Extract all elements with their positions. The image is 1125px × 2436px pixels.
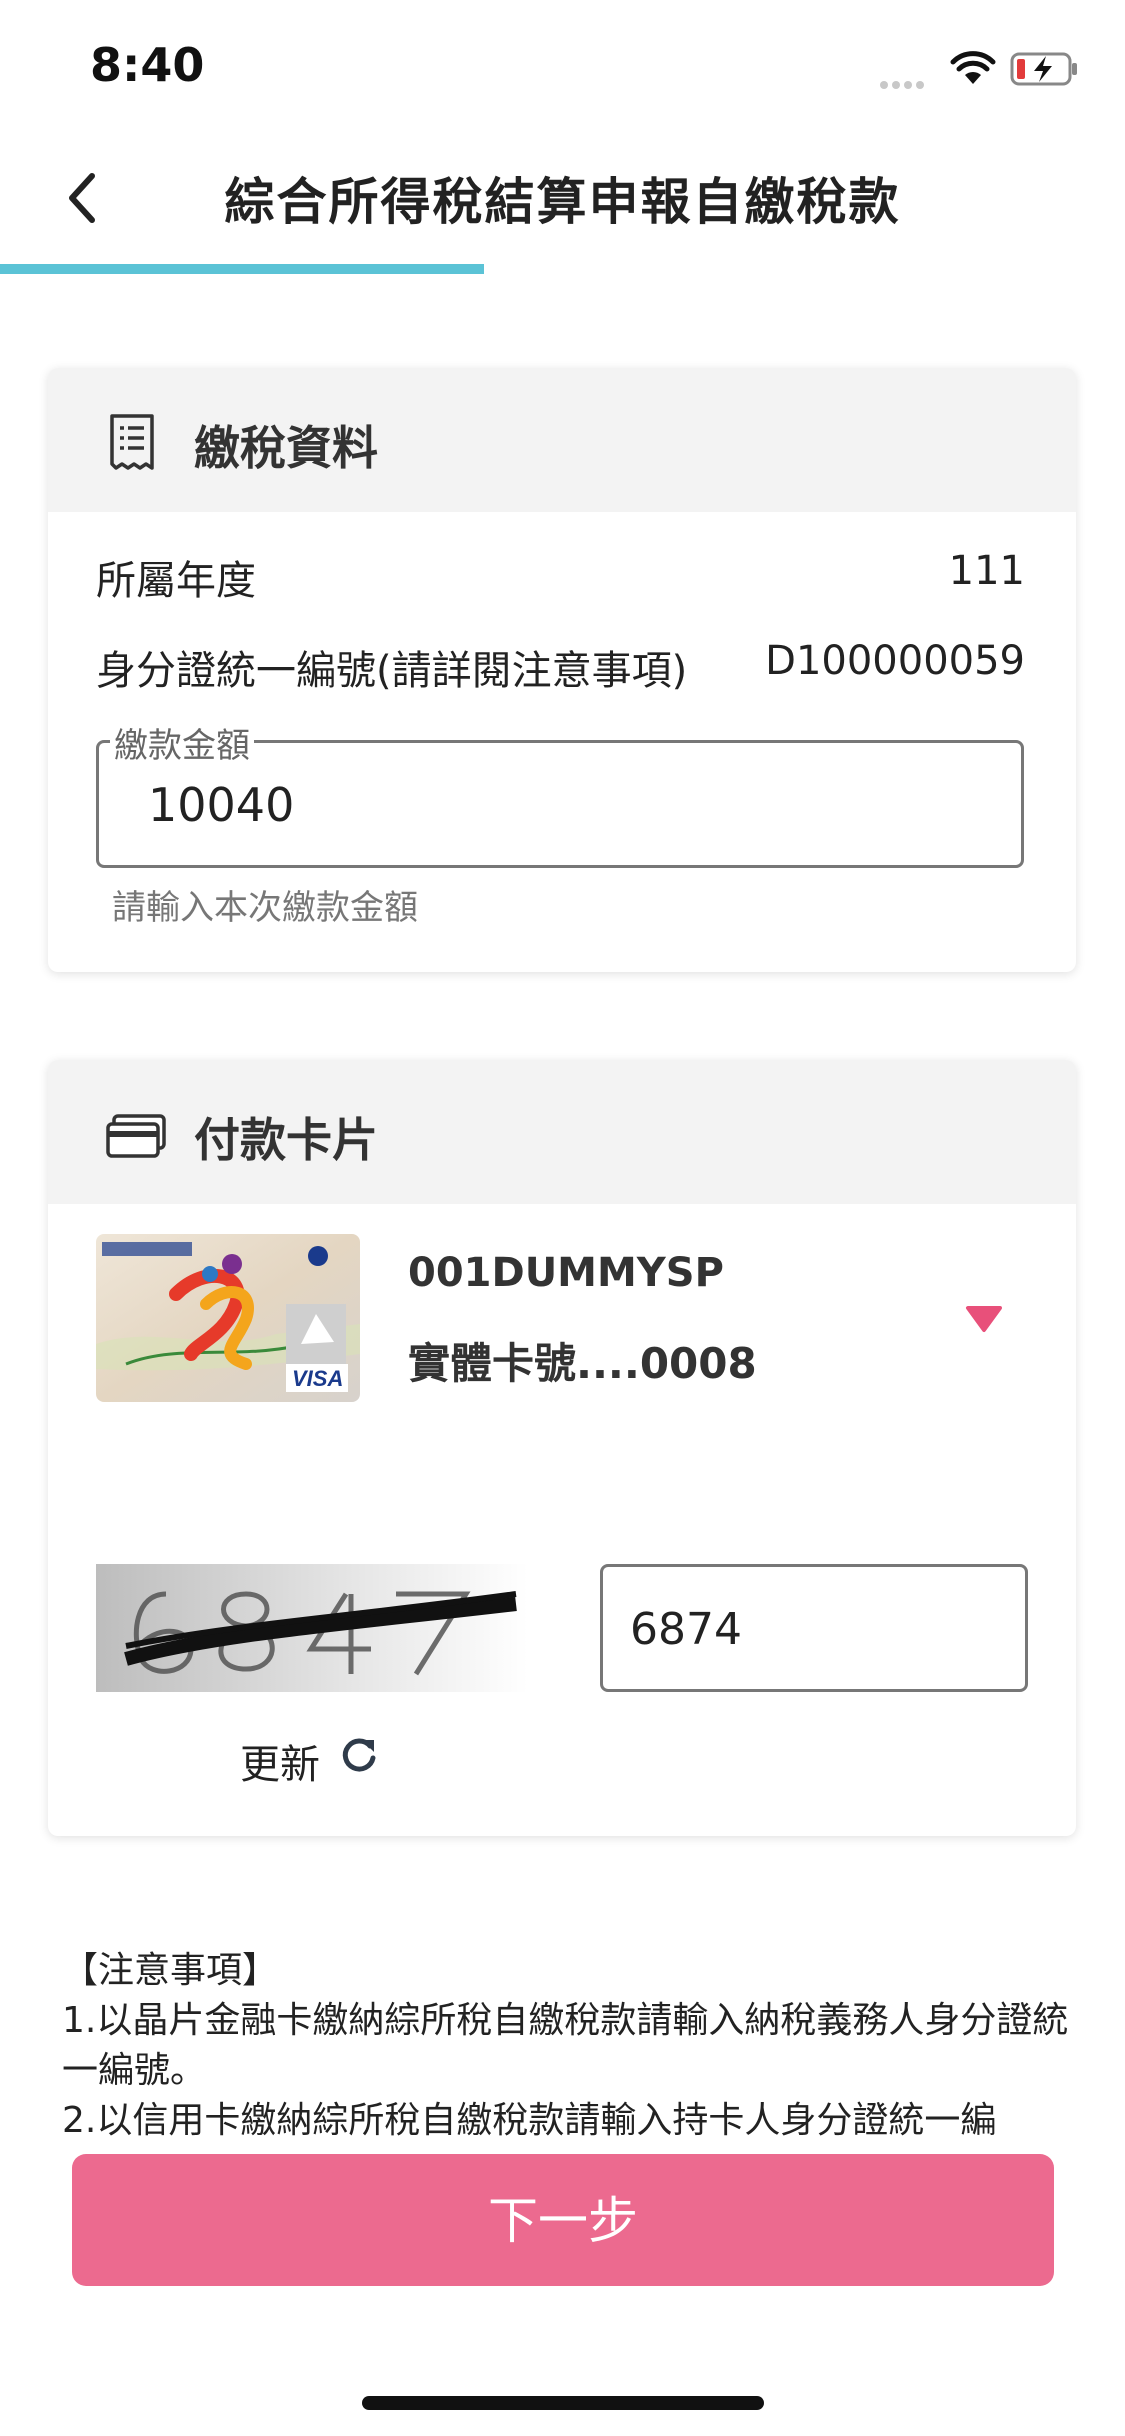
- wifi-icon: [950, 51, 996, 84]
- notice-item-1: 1.以晶片金融卡繳納綜所稅自繳稅款請輸入納稅義務人身分證統一編號。: [62, 2000, 1069, 2091]
- payment-card-section: 付款卡片: [48, 1060, 1076, 1836]
- bank-card-image[interactable]: VISA: [96, 1234, 360, 1402]
- payment-card-title: 付款卡片: [194, 1113, 378, 1167]
- status-time: 8:40: [90, 38, 205, 92]
- notice-section: 【注意事項】 1.以晶片金融卡繳納綜所稅自繳稅款請輸入納稅義務人身分證統一編號。…: [62, 1946, 1082, 2146]
- home-indicator: [362, 2396, 764, 2410]
- refresh-icon[interactable]: [338, 1734, 380, 1776]
- captcha-input-value[interactable]: 6874: [630, 1604, 742, 1655]
- progress-bar: [0, 264, 484, 274]
- receipt-icon: [110, 414, 154, 470]
- notice-heading: 【注意事項】: [62, 1950, 279, 1991]
- amount-hint: 請輸入本次繳款金額: [112, 888, 418, 928]
- year-label: 所屬年度: [96, 558, 256, 604]
- svg-text:VISA: VISA: [292, 1366, 343, 1391]
- notice-item-2: 2.以信用卡繳納綜所稅自繳稅款請輸入持卡人身分證統一編: [62, 2100, 997, 2141]
- card-number: 實體卡號....0008: [408, 1339, 757, 1388]
- page-title: 綜合所得稅結算申報自繳稅款: [224, 173, 901, 231]
- id-label[interactable]: 身分證統一編號(請詳閱注意事項): [96, 638, 687, 696]
- battery-charging-icon: [1010, 52, 1077, 86]
- credit-card-icon: [106, 1114, 166, 1158]
- amount-label: 繳款金額: [110, 718, 254, 767]
- tax-info-title: 繳稅資料: [194, 421, 378, 475]
- refresh-label[interactable]: 更新: [240, 1732, 320, 1790]
- id-value: D100000059: [765, 638, 1025, 684]
- dropdown-arrow-icon[interactable]: [964, 1304, 1004, 1334]
- year-value: 111: [948, 548, 1025, 594]
- next-step-button[interactable]: 下一步: [72, 2154, 1054, 2286]
- cellular-signal-icon: [880, 74, 932, 89]
- amount-input-value[interactable]: 10040: [148, 778, 294, 832]
- captcha-image: [96, 1564, 528, 1692]
- card-name: 001DUMMYSP: [408, 1250, 724, 1296]
